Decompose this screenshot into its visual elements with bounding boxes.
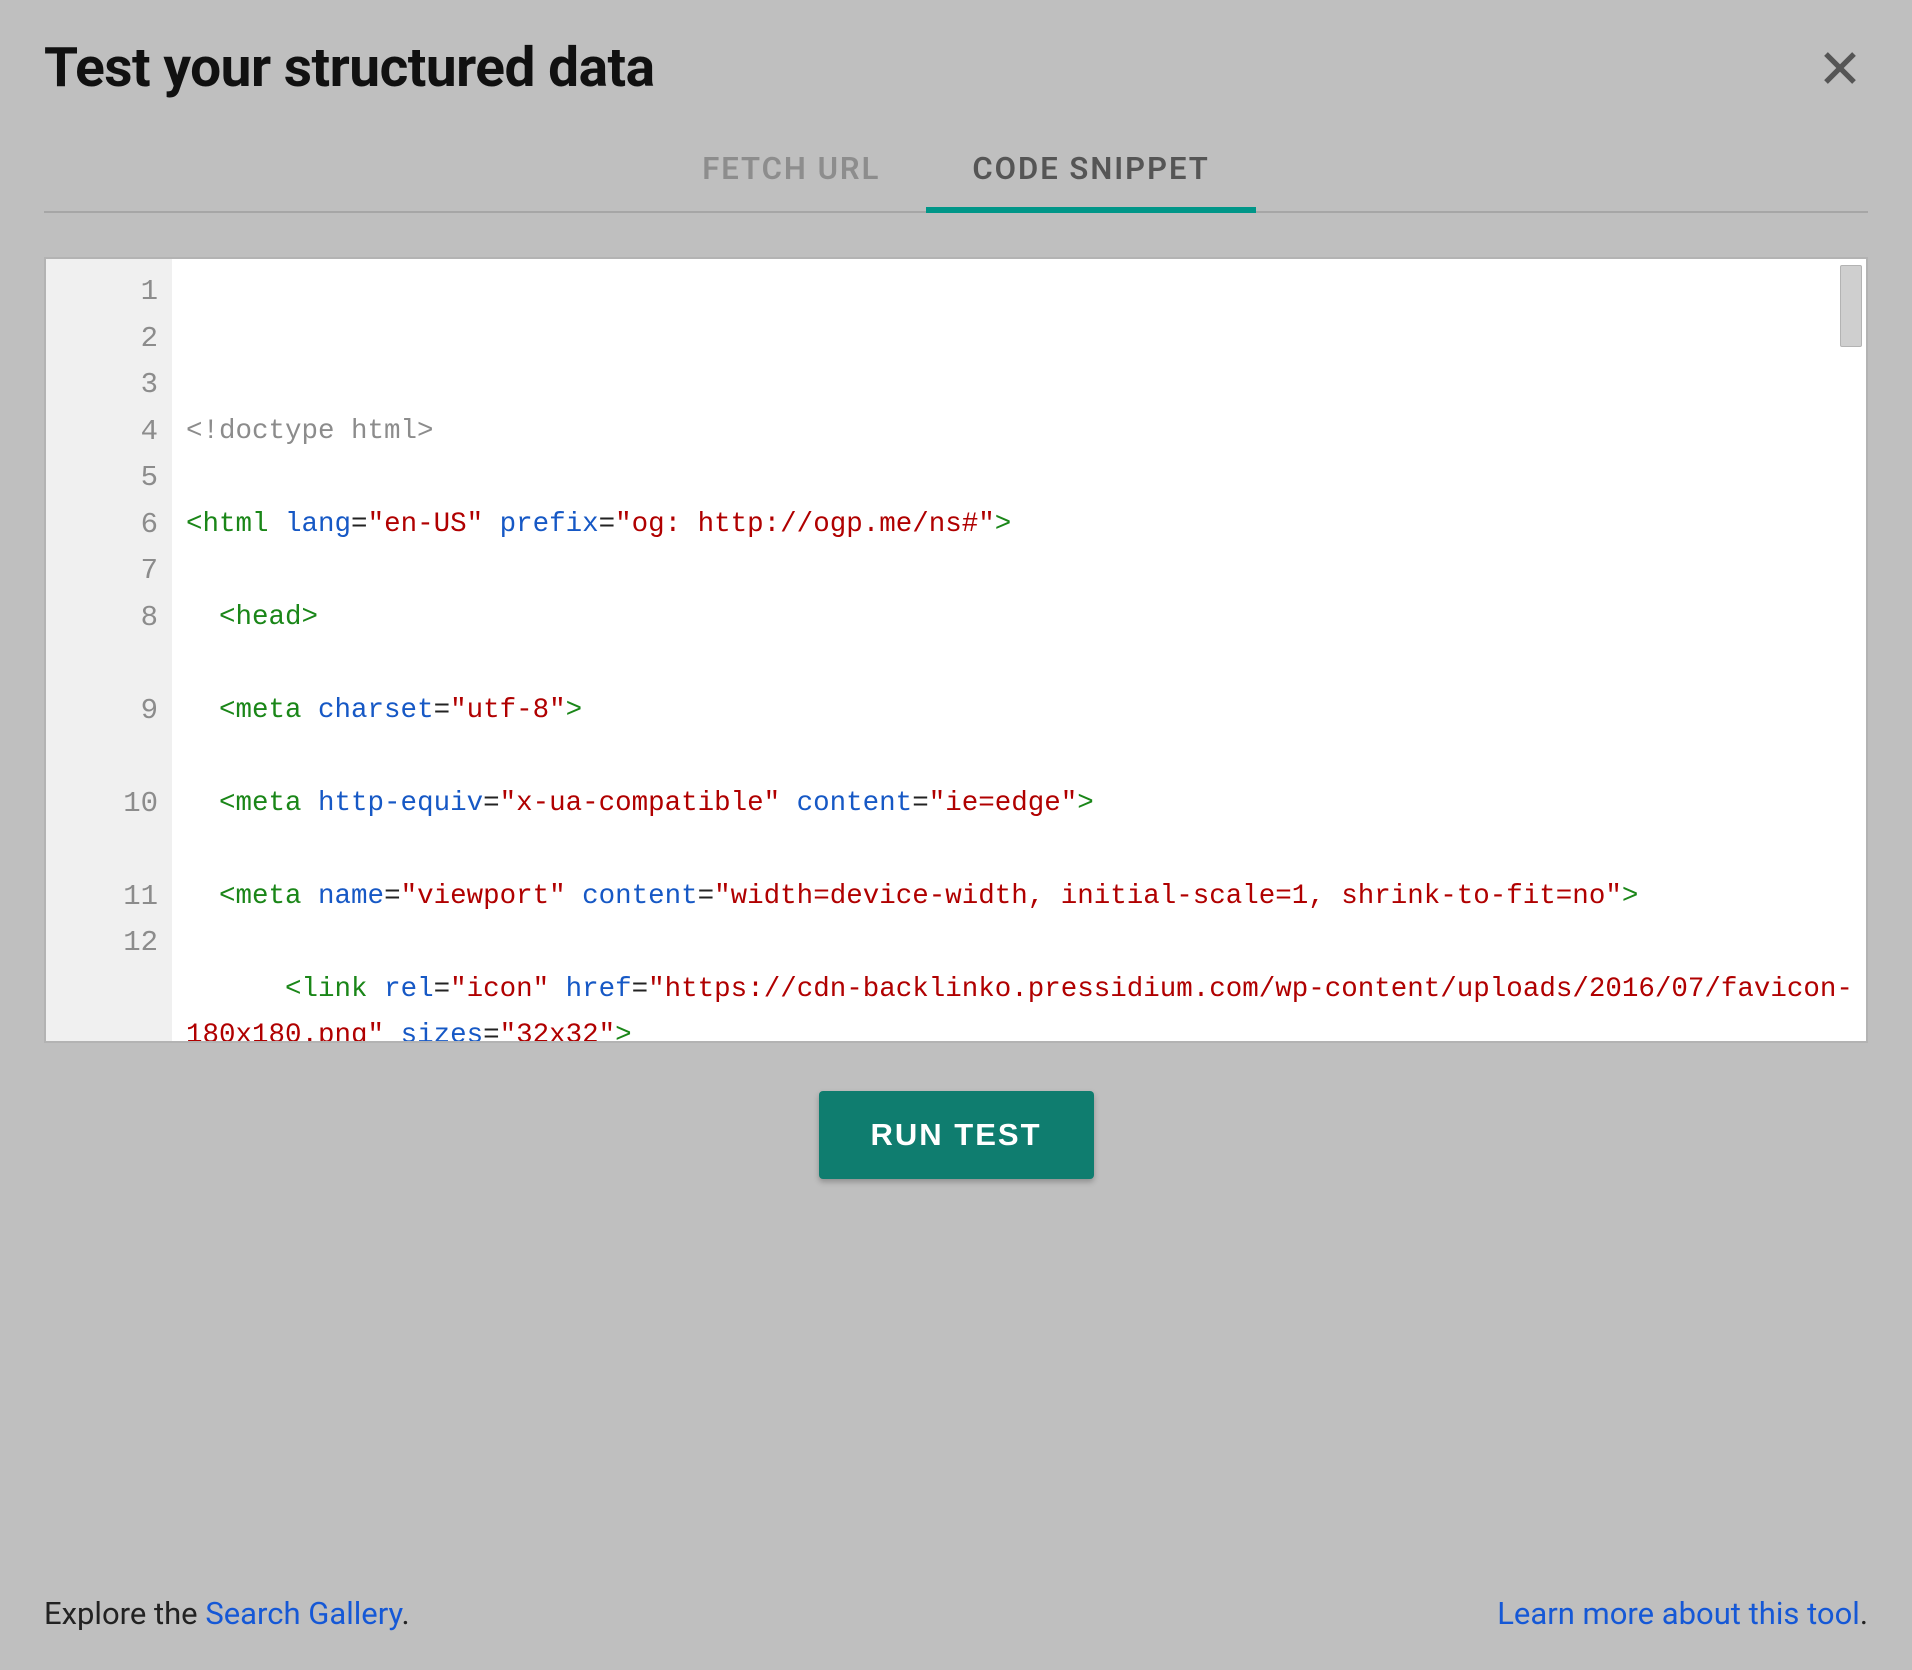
code-line: <head> [186, 595, 1854, 642]
code-line: <meta charset="utf-8"> [186, 688, 1854, 735]
tab-bar: FETCH URL CODE SNIPPET [44, 126, 1868, 213]
close-button[interactable] [1812, 40, 1868, 96]
line-number: 10 [46, 781, 158, 874]
line-number: 11 [46, 874, 158, 921]
line-number: 9 [46, 688, 158, 781]
footer-left: Explore the Search Gallery. [44, 1595, 410, 1632]
line-number: 12 [46, 920, 158, 967]
tab-code-snippet[interactable]: CODE SNIPPET [926, 126, 1255, 213]
line-number: 8 [46, 595, 158, 688]
footer-right: Learn more about this tool. [1497, 1595, 1868, 1632]
code-line: <!doctype html> [186, 409, 1854, 456]
code-line: <html lang="en-US" prefix="og: http://og… [186, 502, 1854, 549]
learn-more-link[interactable]: Learn more about this tool [1497, 1595, 1860, 1632]
line-number: 1 [46, 269, 158, 316]
line-number: 4 [46, 409, 158, 456]
structured-data-test-modal: Test your structured data FETCH URL CODE… [0, 0, 1912, 1670]
close-icon [1819, 47, 1861, 89]
footer-left-suffix: . [402, 1595, 410, 1632]
code-line: <meta name="viewport" content="width=dev… [186, 874, 1854, 921]
modal-header: Test your structured data [0, 0, 1912, 108]
run-test-button[interactable]: RUN TEST [819, 1091, 1094, 1179]
line-number: 2 [46, 316, 158, 363]
footer-right-suffix: . [1860, 1595, 1868, 1632]
footer-left-prefix: Explore the [44, 1595, 205, 1632]
action-row: RUN TEST [0, 1091, 1912, 1179]
tab-fetch-url[interactable]: FETCH URL [656, 126, 926, 213]
line-number: 6 [46, 502, 158, 549]
search-gallery-link[interactable]: Search Gallery [205, 1595, 401, 1632]
code-editor[interactable]: 1 2 3 4 5 6 7 8 9 10 11 12 <!doctype htm… [44, 257, 1868, 1043]
line-number: 7 [46, 548, 158, 595]
scrollbar-thumb[interactable] [1840, 265, 1862, 347]
code-line: <meta http-equiv="x-ua-compatible" conte… [186, 781, 1854, 828]
code-content[interactable]: <!doctype html> <html lang="en-US" prefi… [172, 259, 1866, 1041]
line-number: 5 [46, 455, 158, 502]
line-gutter: 1 2 3 4 5 6 7 8 9 10 11 12 [46, 259, 172, 1041]
modal-footer: Explore the Search Gallery. Learn more a… [44, 1595, 1868, 1632]
line-number: 3 [46, 362, 158, 409]
code-line: <link rel="icon" href="https://cdn-backl… [186, 967, 1854, 1042]
code-line [186, 316, 1854, 363]
modal-title: Test your structured data [44, 36, 655, 100]
